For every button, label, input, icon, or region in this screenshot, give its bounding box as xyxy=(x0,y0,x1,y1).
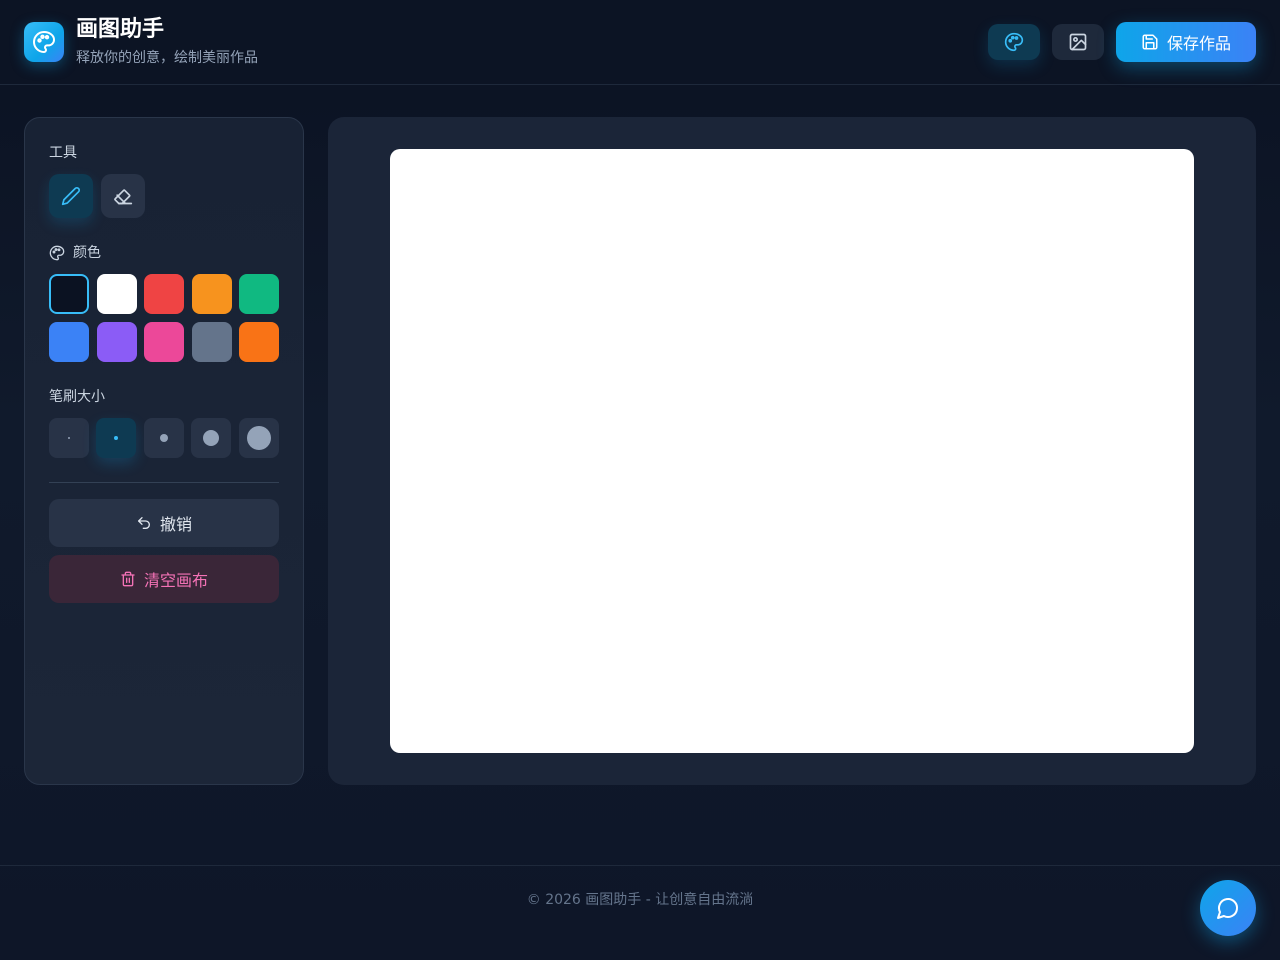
brush-size-l[interactable] xyxy=(191,418,231,458)
image-icon xyxy=(1069,33,1087,51)
color-swatch[interactable] xyxy=(144,322,184,362)
pencil-icon xyxy=(61,187,80,206)
canvas-area xyxy=(328,117,1256,785)
color-swatch[interactable] xyxy=(239,274,279,314)
app-logo xyxy=(24,22,64,62)
undo-button[interactable]: 撤销 xyxy=(49,499,279,547)
tool-sidebar: 工具 颜色 笔刷大小 撤销 清空画布 xyxy=(24,117,304,785)
chat-button[interactable] xyxy=(1200,880,1256,936)
trash-icon xyxy=(121,571,135,587)
footer-divider xyxy=(0,865,1280,866)
color-swatch[interactable] xyxy=(97,274,137,314)
palette-icon xyxy=(49,245,65,261)
brush-size-s[interactable] xyxy=(96,418,136,458)
tools-heading: 工具 xyxy=(49,144,77,162)
sidebar-divider xyxy=(49,482,279,483)
brush-size-xs[interactable] xyxy=(49,418,89,458)
save-icon xyxy=(1142,34,1158,50)
app-title: 画图助手 xyxy=(76,17,165,42)
undo-icon xyxy=(137,517,150,529)
save-button-label: 保存作品 xyxy=(1166,34,1231,53)
app-subtitle: 释放你的创意，绘制美丽作品 xyxy=(76,50,258,66)
pencil-tool-button[interactable] xyxy=(49,174,93,218)
brush-size-label: 笔刷大小 xyxy=(49,389,105,405)
color-swatch[interactable] xyxy=(239,322,279,362)
drawing-canvas[interactable] xyxy=(390,149,1194,753)
eraser-icon xyxy=(114,189,133,205)
app-header: 画图助手 释放你的创意，绘制美丽作品 保存作品 xyxy=(0,0,1280,85)
color-swatch[interactable] xyxy=(49,322,89,362)
save-button[interactable]: 保存作品 xyxy=(1116,22,1256,62)
palette-toggle-button[interactable] xyxy=(988,24,1040,60)
undo-label: 撤销 xyxy=(159,515,192,534)
clear-canvas-button[interactable]: 清空画布 xyxy=(49,555,279,603)
color-swatch[interactable] xyxy=(192,274,232,314)
brush-size-xl[interactable] xyxy=(239,418,279,458)
footer-text: © 2026 画图助手 - 让创意自由流淌 xyxy=(526,892,754,908)
clear-canvas-label: 清空画布 xyxy=(143,571,208,590)
color-swatch[interactable] xyxy=(192,322,232,362)
colors-heading: 颜色 xyxy=(49,244,101,262)
gallery-button[interactable] xyxy=(1052,24,1104,60)
color-swatch[interactable] xyxy=(97,322,137,362)
palette-icon xyxy=(1004,32,1024,52)
colors-label: 颜色 xyxy=(73,245,101,261)
chat-bubble-icon xyxy=(1217,898,1238,919)
color-swatch[interactable] xyxy=(144,274,184,314)
brush-size-heading: 笔刷大小 xyxy=(49,388,105,406)
palette-icon xyxy=(33,31,56,53)
eraser-tool-button[interactable] xyxy=(101,174,145,218)
brush-size-m[interactable] xyxy=(144,418,184,458)
tools-label: 工具 xyxy=(49,145,77,161)
color-swatch[interactable] xyxy=(49,274,89,314)
